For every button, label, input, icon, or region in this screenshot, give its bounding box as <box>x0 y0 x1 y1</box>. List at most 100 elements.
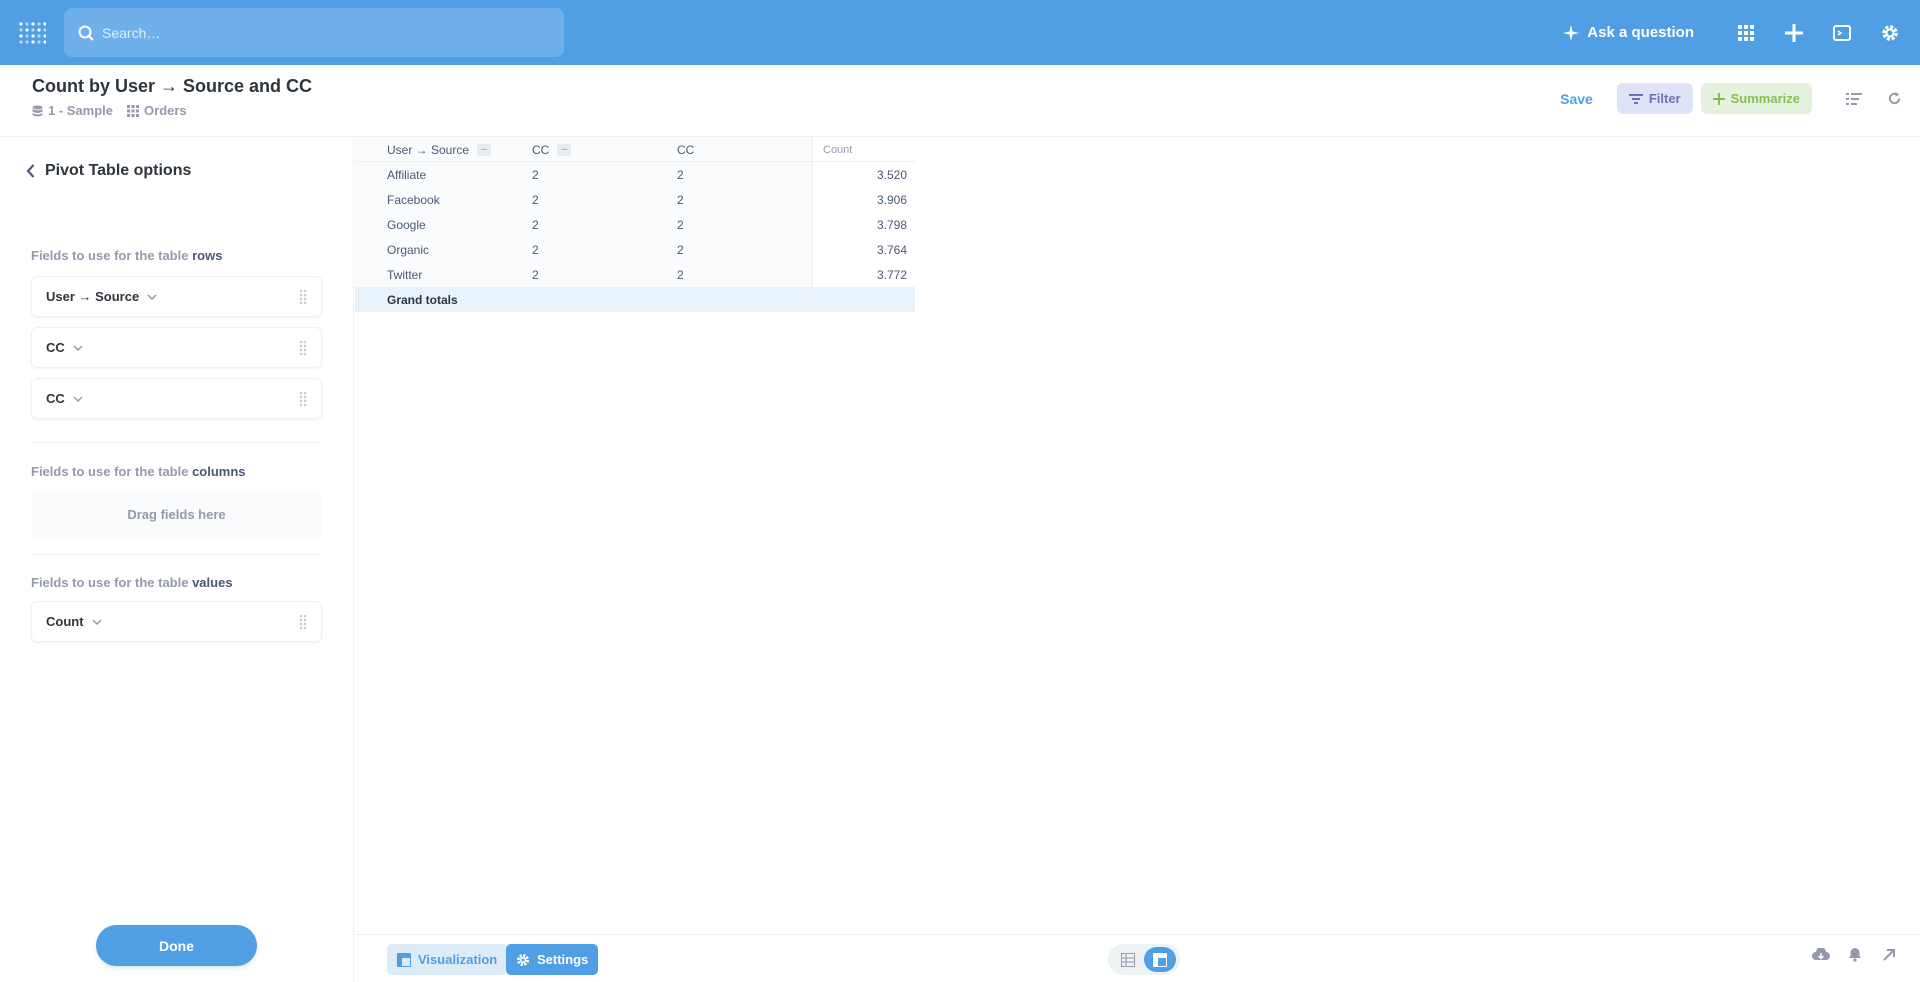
gear-icon <box>516 953 530 966</box>
table-crumb[interactable]: Orders <box>127 103 187 118</box>
row-header-cell[interactable]: Google <box>387 212 532 237</box>
table-row: Organic 2 2 3.764 <box>355 237 915 262</box>
table-name: Orders <box>144 103 187 118</box>
question-title[interactable]: Count by User → Source and CC <box>32 76 312 97</box>
visualization-label: Visualization <box>418 952 498 967</box>
gear-icon[interactable] <box>1866 0 1914 65</box>
row-header-cell[interactable]: 2 <box>532 262 677 287</box>
download-icon[interactable] <box>1804 947 1838 962</box>
value-cell[interactable]: 3.764 <box>813 237 915 262</box>
rows-section-keyword: rows <box>192 248 223 263</box>
row-header-cell[interactable]: 2 <box>677 237 813 262</box>
row-header-cell[interactable]: Organic <box>387 237 532 262</box>
header-cell[interactable]: CC <box>677 137 813 162</box>
collapse-icon[interactable]: – <box>477 143 492 156</box>
search-input[interactable]: Search… <box>64 8 564 57</box>
apps-grid-icon[interactable] <box>1722 0 1770 65</box>
field-label: Count <box>46 614 84 629</box>
search-icon <box>78 25 94 41</box>
view-footer: Visualization Settings <box>355 934 1920 982</box>
field-label: CC <box>46 391 65 406</box>
visualization-button[interactable]: Visualization <box>387 944 508 975</box>
plus-icon[interactable] <box>1770 0 1818 65</box>
refresh-icon[interactable] <box>1874 83 1914 114</box>
bell-icon[interactable] <box>1838 947 1872 962</box>
table-row: Twitter 2 2 3.772 <box>355 262 915 287</box>
drag-handle-icon[interactable] <box>299 391 307 407</box>
row-header-cell[interactable]: Twitter <box>387 262 532 287</box>
summarize-label: Summarize <box>1730 91 1800 106</box>
values-section-prefix: Fields to use for the table <box>31 575 193 590</box>
database-crumb[interactable]: 1 - Sample <box>32 103 113 118</box>
chevron-left-icon <box>26 164 35 178</box>
row-field-cc-2[interactable]: CC <box>31 378 322 419</box>
done-button[interactable]: Done <box>96 925 257 966</box>
save-button[interactable]: Save <box>1560 91 1593 107</box>
sql-editor-icon[interactable] <box>1818 0 1866 65</box>
row-header-cell[interactable]: 2 <box>532 187 677 212</box>
columns-dropzone[interactable]: Drag fields here <box>31 490 322 538</box>
row-header-cell[interactable]: 2 <box>532 212 677 237</box>
header-cell[interactable]: Count <box>813 137 915 162</box>
chevron-down-icon[interactable] <box>73 395 83 402</box>
drag-handle-icon[interactable] <box>299 340 307 356</box>
values-section-keyword: values <box>192 575 233 590</box>
row-header-cell[interactable]: 2 <box>677 212 813 237</box>
value-field-count[interactable]: Count <box>31 601 322 642</box>
filter-button[interactable]: Filter <box>1616 83 1693 114</box>
chart-view-icon[interactable] <box>1144 947 1176 972</box>
header-cell[interactable]: CC – <box>532 137 677 162</box>
grand-totals-label: Grand totals <box>387 292 458 307</box>
header-cell[interactable]: User → Source – <box>387 137 532 162</box>
row-header-cell[interactable]: 2 <box>532 162 677 187</box>
question-header: Count by User → Source and CC 1 - Sample… <box>0 65 1920 137</box>
drag-handle-icon[interactable] <box>299 289 307 305</box>
columns-section-keyword: columns <box>192 464 246 479</box>
back-to-options-button[interactable]: Pivot Table options <box>26 162 191 180</box>
ask-question-button[interactable]: Ask a question <box>1563 24 1694 41</box>
pivot-table-icon <box>397 952 411 967</box>
row-header-cell[interactable]: Affiliate <box>387 162 532 187</box>
chevron-down-icon[interactable] <box>92 618 102 625</box>
breadcrumb: 1 - Sample Orders <box>32 103 201 118</box>
value-cell[interactable]: 3.772 <box>813 262 915 287</box>
summarize-button[interactable]: Summarize <box>1700 83 1812 114</box>
row-header-cell[interactable]: 2 <box>677 262 813 287</box>
sparkle-icon <box>1563 24 1580 41</box>
settings-button[interactable]: Settings <box>506 944 599 975</box>
notebook-icon[interactable] <box>1834 83 1874 114</box>
value-cell[interactable]: 3.798 <box>813 212 915 237</box>
table-grid-icon <box>127 104 140 117</box>
section-divider <box>31 554 322 555</box>
row-header-cell[interactable]: 2 <box>677 187 813 212</box>
columns-section-prefix: Fields to use for the table <box>31 464 193 479</box>
field-label: CC <box>46 340 65 355</box>
header-label: CC <box>677 142 695 157</box>
value-cell[interactable]: 3.520 <box>813 162 915 187</box>
database-icon <box>32 105 43 116</box>
row-field-user-source[interactable]: User → Source <box>31 276 322 317</box>
plus-icon <box>1712 92 1725 105</box>
collapse-icon[interactable]: – <box>557 143 572 156</box>
row-field-cc[interactable]: CC <box>31 327 322 368</box>
row-header-cell[interactable]: Facebook <box>387 187 532 212</box>
metabase-logo-icon[interactable] <box>18 20 47 44</box>
values-section-label: Fields to use for the table values <box>31 575 233 590</box>
database-name: 1 - Sample <box>48 103 114 118</box>
column-separator <box>812 287 813 312</box>
table-view-icon[interactable] <box>1112 947 1144 972</box>
chevron-down-icon[interactable] <box>73 344 83 351</box>
value-cell[interactable]: 3.906 <box>813 187 915 212</box>
pivot-options-sidebar: Pivot Table options Fields to use for th… <box>0 137 354 982</box>
pivot-header-row: User → Source – CC – CC Count <box>355 137 915 162</box>
grand-totals-row: Grand totals <box>355 287 915 312</box>
drag-handle-icon[interactable] <box>299 614 307 630</box>
row-header-cell[interactable]: 2 <box>532 237 677 262</box>
row-header-cell[interactable]: 2 <box>677 162 813 187</box>
filter-icon <box>1628 93 1643 104</box>
chevron-down-icon[interactable] <box>147 293 157 300</box>
ask-question-label: Ask a question <box>1587 24 1694 41</box>
expand-icon[interactable] <box>1872 948 1906 962</box>
rows-section-label: Fields to use for the table rows <box>31 248 222 263</box>
table-row: Google 2 2 3.798 <box>355 212 915 237</box>
